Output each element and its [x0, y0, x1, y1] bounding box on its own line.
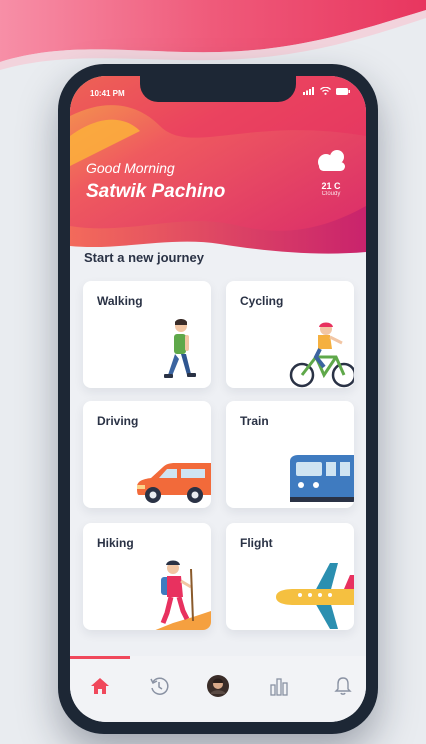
journey-card-label: Cycling [240, 294, 284, 308]
tab-history[interactable] [147, 674, 171, 698]
weather-condition: Cloudy [321, 191, 341, 197]
journey-card-hiking[interactable]: Hiking [83, 523, 211, 630]
history-icon [150, 677, 169, 695]
bell-icon [334, 677, 352, 695]
weather-widget[interactable]: 21 C Cloudy [310, 148, 352, 197]
bottom-tab-bar [70, 656, 366, 722]
journey-card-label: Flight [240, 536, 273, 550]
airplane-icon [276, 563, 354, 629]
active-tab-indicator [70, 656, 130, 659]
train-icon [290, 455, 354, 502]
weather-temperature: 21 C [321, 181, 341, 191]
tab-profile[interactable] [206, 674, 230, 698]
tab-home[interactable] [88, 674, 112, 698]
journey-card-label: Hiking [97, 536, 134, 550]
walking-person-icon [164, 319, 196, 378]
journey-card-label: Driving [97, 414, 139, 428]
user-name: Satwik Pachino [86, 181, 226, 202]
tab-notifications[interactable] [331, 674, 355, 698]
journey-card-walking[interactable]: Walking [83, 281, 211, 388]
hiker-icon [155, 560, 211, 630]
battery-icon [336, 87, 350, 95]
journey-card-cycling[interactable]: Cycling [226, 281, 354, 388]
cloud-icon [318, 150, 345, 171]
car-icon [137, 463, 211, 503]
cyclist-icon [289, 322, 354, 388]
status-time: 10:41 PM [90, 89, 125, 98]
app-screen: 10:41 PM Good Morning Satwik Pachino 21 … [70, 76, 366, 722]
home-icon [91, 678, 109, 694]
wifi-icon [320, 87, 331, 95]
greeting-text: Good Morning [86, 160, 175, 176]
status-icons [303, 87, 350, 95]
section-title: Start a new journey [84, 250, 204, 265]
tab-stats[interactable] [267, 674, 291, 698]
journey-card-driving[interactable]: Driving [83, 401, 211, 508]
stats-icon [270, 678, 288, 696]
avatar [207, 675, 229, 697]
journey-card-label: Train [240, 414, 269, 428]
journey-card-flight[interactable]: Flight [226, 523, 354, 630]
journey-card-label: Walking [97, 294, 143, 308]
phone-notch [140, 76, 296, 102]
phone-frame: 10:41 PM Good Morning Satwik Pachino 21 … [58, 64, 378, 734]
journey-card-train[interactable]: Train [226, 401, 354, 508]
signal-icon [303, 87, 314, 95]
